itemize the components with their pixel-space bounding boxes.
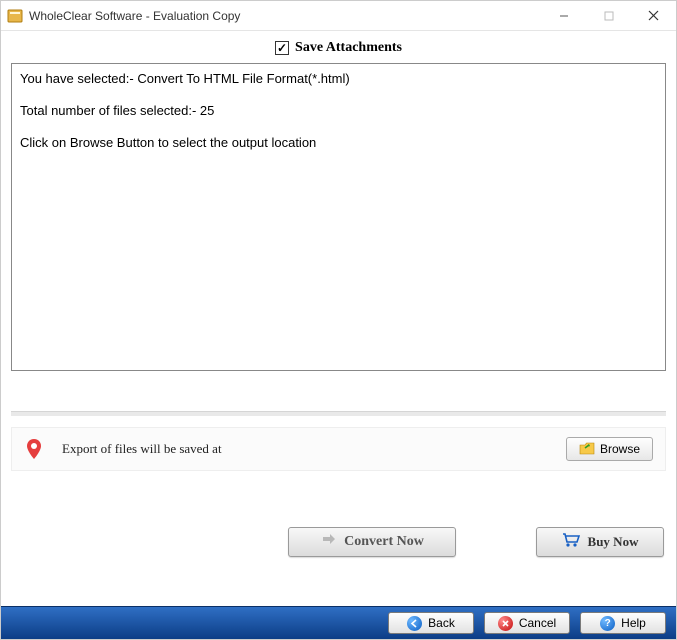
- back-arrow-icon: [407, 616, 422, 631]
- export-path-label: Export of files will be saved at: [62, 441, 548, 457]
- cancel-button[interactable]: Cancel: [484, 612, 570, 634]
- help-button[interactable]: ? Help: [580, 612, 666, 634]
- cancel-label: Cancel: [519, 616, 556, 630]
- buy-now-button[interactable]: Buy Now: [536, 527, 664, 557]
- save-attachments-label: Save Attachments: [295, 40, 402, 56]
- app-icon: [7, 8, 23, 24]
- browse-button[interactable]: Browse: [566, 437, 653, 461]
- convert-icon: [320, 532, 336, 553]
- summary-line-1: You have selected:- Convert To HTML File…: [20, 70, 657, 88]
- export-panel: Export of files will be saved at Browse: [11, 427, 666, 471]
- back-button[interactable]: Back: [388, 612, 474, 634]
- browse-button-label: Browse: [600, 442, 640, 456]
- help-question-icon: ?: [600, 616, 615, 631]
- footer-bar: Back Cancel ? Help: [1, 606, 676, 639]
- convert-now-button[interactable]: Convert Now: [288, 527, 456, 557]
- summary-line-2: Total number of files selected:- 25: [20, 102, 657, 120]
- close-button[interactable]: [631, 1, 676, 30]
- cart-icon: [562, 532, 580, 552]
- minimize-button[interactable]: [541, 1, 586, 30]
- help-label: Help: [621, 616, 646, 630]
- window-title: WholeClear Software - Evaluation Copy: [29, 9, 541, 23]
- cancel-x-icon: [498, 616, 513, 631]
- title-bar: WholeClear Software - Evaluation Copy: [1, 1, 676, 31]
- buy-now-label: Buy Now: [588, 534, 639, 550]
- location-pin-icon: [24, 437, 44, 461]
- summary-box: You have selected:- Convert To HTML File…: [11, 63, 666, 371]
- back-label: Back: [428, 616, 455, 630]
- folder-icon: [579, 442, 595, 456]
- maximize-button[interactable]: [586, 1, 631, 30]
- save-attachments-checkbox[interactable]: ✓: [275, 41, 289, 55]
- separator: [11, 411, 666, 417]
- convert-now-label: Convert Now: [344, 534, 424, 550]
- summary-line-3: Click on Browse Button to select the out…: [20, 134, 657, 152]
